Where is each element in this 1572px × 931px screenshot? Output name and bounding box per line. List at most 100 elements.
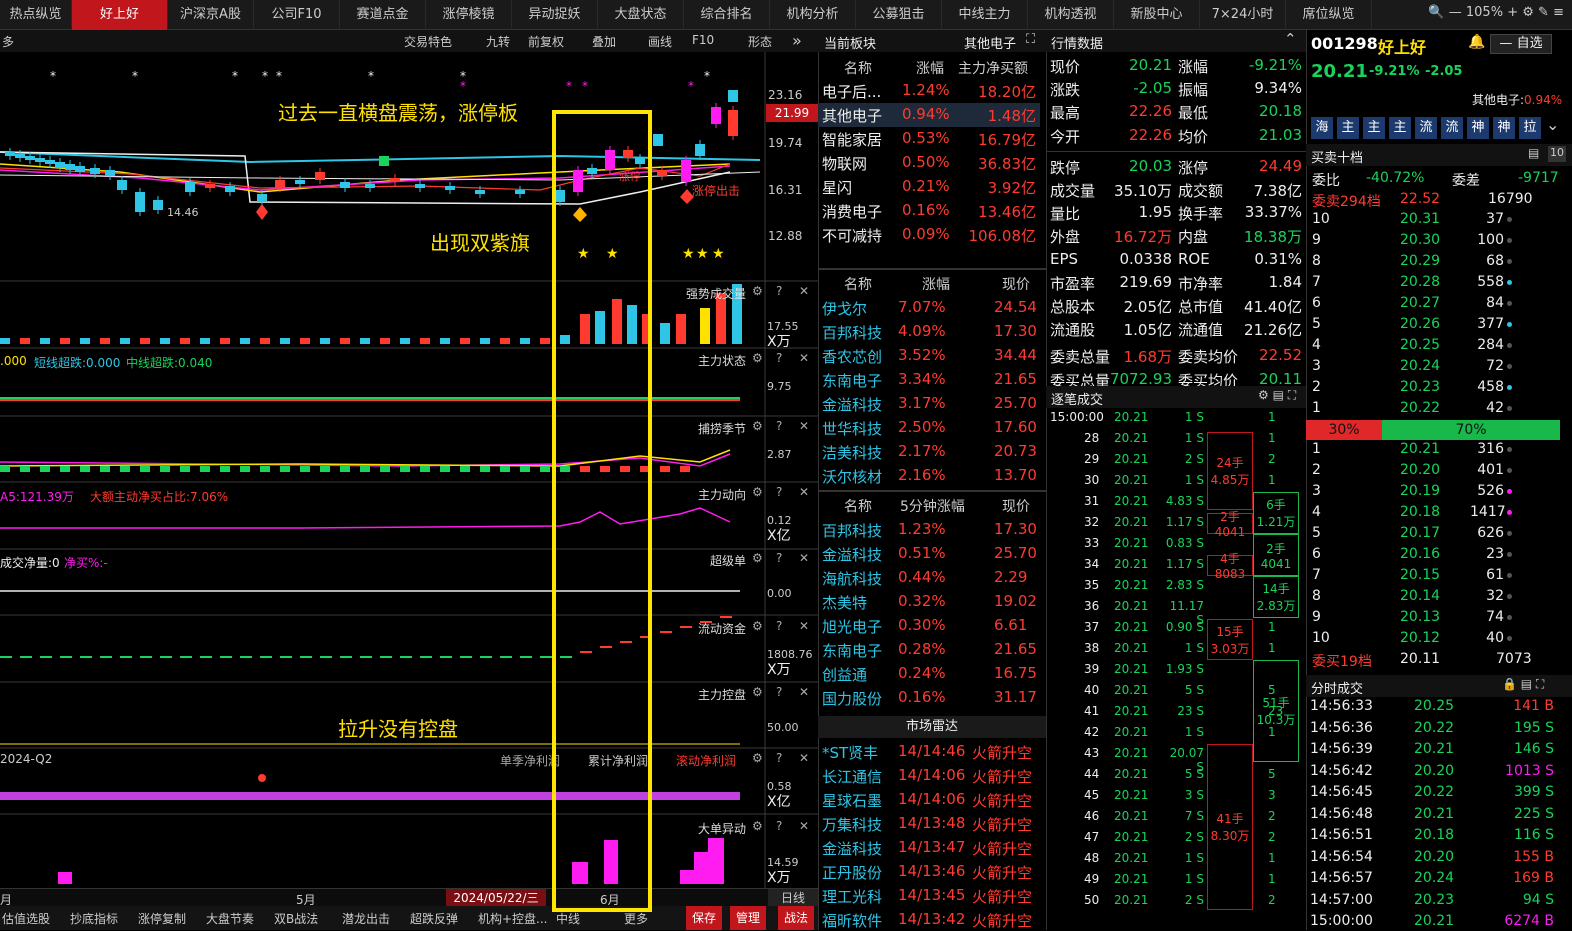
channel-button[interactable]: 主 [1389, 117, 1411, 139]
book-price[interactable]: 20.15 [1400, 567, 1440, 583]
indicator-close-icon[interactable]: ✕ [799, 619, 809, 633]
tab-item[interactable]: 沪深京A股 [168, 0, 254, 30]
tab-item[interactable]: 新股中心 [1114, 0, 1200, 30]
book-price[interactable]: 20.26 [1400, 316, 1440, 332]
tab-item[interactable]: 7×24小时 [1200, 0, 1286, 30]
indicator-gear-icon[interactable]: ⚙ [752, 819, 763, 833]
tab-item[interactable]: 公司F10 [254, 0, 340, 30]
book-price[interactable]: 20.13 [1400, 609, 1440, 625]
book-price[interactable]: 20.28 [1400, 274, 1440, 290]
book-price[interactable]: 20.25 [1400, 337, 1440, 353]
stock-cell[interactable]: 百邦科技 [822, 520, 882, 541]
tab-item[interactable]: 公募狙击 [856, 0, 942, 30]
indicator-gear-icon[interactable]: ⚙ [752, 619, 763, 633]
bottom-tab[interactable]: 涨停复制 [138, 910, 186, 927]
stock-cell[interactable]: 东南电子 [822, 370, 882, 391]
indicator-gear-icon[interactable]: ⚙ [752, 419, 763, 433]
stock-cell[interactable]: 金溢科技 [822, 394, 882, 415]
indicator-close-icon[interactable]: ✕ [799, 284, 809, 298]
indicator-help-icon[interactable]: ? [776, 351, 782, 365]
chart-tool-button[interactable]: F10 [692, 33, 714, 47]
book-price[interactable]: 20.23 [1400, 379, 1440, 395]
indicator-help-icon[interactable]: ? [776, 685, 782, 699]
book-price[interactable]: 20.27 [1400, 295, 1440, 311]
stock-cell[interactable]: 香农芯创 [822, 346, 882, 367]
tab-item[interactable]: 涨停棱镜 [426, 0, 512, 30]
indicator-gear-icon[interactable]: ⚙ [752, 284, 763, 298]
sector-cell[interactable]: 消费电子 [822, 201, 882, 222]
stock-cell[interactable]: 创益通 [822, 664, 867, 685]
channel-button[interactable]: 拉 [1519, 117, 1541, 139]
add-watchlist-button[interactable]: — 自选 [1490, 34, 1552, 54]
stock-cell[interactable]: 旭光电子 [822, 616, 882, 637]
indicator-help-icon[interactable]: ? [776, 619, 782, 633]
expand-icon[interactable]: » [792, 31, 802, 50]
stock-cell[interactable]: 金溢科技 [822, 544, 882, 565]
channel-button[interactable]: 流 [1415, 117, 1437, 139]
tab-item[interactable]: 综合排名 [684, 0, 770, 30]
tab-item[interactable]: 大盘状态 [598, 0, 684, 30]
indicator-gear-icon[interactable]: ⚙ [752, 351, 763, 365]
indicator-close-icon[interactable]: ✕ [799, 419, 809, 433]
bottom-action-button[interactable]: 战法 [778, 906, 815, 930]
radar-cell[interactable]: 金溢科技 [822, 838, 882, 859]
channel-button[interactable]: 流 [1441, 117, 1463, 139]
indicator-close-icon[interactable]: ✕ [799, 485, 809, 499]
book-price[interactable]: 20.18 [1400, 504, 1440, 520]
sector-cell[interactable]: 星闪 [822, 177, 852, 198]
tab-item[interactable]: 中线主力 [942, 0, 1028, 30]
indicator-gear-icon[interactable]: ⚙ [752, 685, 763, 699]
stock-cell[interactable]: 世华科技 [822, 418, 882, 439]
chart-tool-button[interactable]: 交易特色 [404, 33, 452, 50]
stock-cell[interactable]: 杰美特 [822, 592, 867, 613]
calculator-icon[interactable]: ▤ [1528, 146, 1539, 160]
indicator-help-icon[interactable]: ? [776, 819, 782, 833]
bottom-tab[interactable]: 抄底指标 [70, 910, 118, 927]
book-price[interactable]: 20.19 [1400, 483, 1440, 499]
indicator-gear-icon[interactable]: ⚙ [752, 551, 763, 565]
pen-icon[interactable]: ✎ [1538, 5, 1549, 20]
tab-item[interactable]: 赛道点金 [340, 0, 426, 30]
book-price[interactable]: 20.12 [1400, 630, 1440, 646]
indicator-close-icon[interactable]: ✕ [799, 751, 809, 765]
settings-icon[interactable]: ⚙ ▤ ⛶ [1258, 388, 1296, 403]
stock-cell[interactable]: 国力股份 [822, 688, 882, 709]
indicator-gear-icon[interactable]: ⚙ [752, 751, 763, 765]
sector-cell[interactable]: 电子后... [822, 81, 881, 102]
book-price[interactable]: 20.17 [1400, 525, 1440, 541]
sector-cell[interactable]: 物联网 [822, 153, 867, 174]
indicator-close-icon[interactable]: ✕ [799, 551, 809, 565]
chart-tool-button[interactable]: 画线 [648, 33, 672, 50]
bottom-action-button[interactable]: 保存 [686, 906, 723, 930]
lock-icon[interactable]: 🔒 ▤ ⛶ [1502, 677, 1544, 692]
period-selector[interactable]: 日线 [768, 889, 818, 907]
bottom-tab[interactable]: 估值选股 [2, 910, 50, 927]
stock-cell[interactable]: 东南电子 [822, 640, 882, 661]
menu-icon[interactable]: ≡ [1553, 5, 1564, 20]
book-price[interactable]: 20.31 [1400, 211, 1440, 227]
book-price[interactable]: 20.24 [1400, 358, 1440, 374]
radar-cell[interactable]: 星球石墨 [822, 790, 882, 811]
indicator-close-icon[interactable]: ✕ [799, 351, 809, 365]
bottom-tab[interactable]: 超跌反弹 [410, 910, 458, 927]
bell-icon[interactable]: 🔔 [1468, 34, 1485, 50]
indicator-close-icon[interactable]: ✕ [799, 685, 809, 699]
chart-tool-button[interactable]: 叠加 [592, 33, 616, 50]
tab-item[interactable]: 好上好 [72, 0, 168, 30]
book-price[interactable]: 20.29 [1400, 253, 1440, 269]
channel-button[interactable]: 神 [1493, 117, 1515, 139]
sector-cell[interactable]: 其他电子 [822, 105, 882, 126]
indicator-help-icon[interactable]: ? [776, 485, 782, 499]
bottom-tab[interactable]: 更多 [624, 910, 648, 927]
collapse-icon[interactable]: ⌃ [1284, 30, 1297, 48]
tab-item[interactable]: 机构透视 [1028, 0, 1114, 30]
stock-cell[interactable]: 百邦科技 [822, 322, 882, 343]
book-price[interactable]: 20.30 [1400, 232, 1440, 248]
chevron-down-icon[interactable]: ⌄ [1546, 115, 1559, 134]
stock-cell[interactable]: 伊戈尔 [822, 298, 867, 319]
radar-cell[interactable]: 理工光科 [822, 886, 882, 907]
expand-icon[interactable]: ⛶ [1026, 32, 1035, 47]
more-dropdown[interactable]: 多 [2, 33, 14, 50]
channel-button[interactable]: 神 [1467, 117, 1489, 139]
tab-item[interactable]: 热点纵览 [0, 0, 72, 30]
